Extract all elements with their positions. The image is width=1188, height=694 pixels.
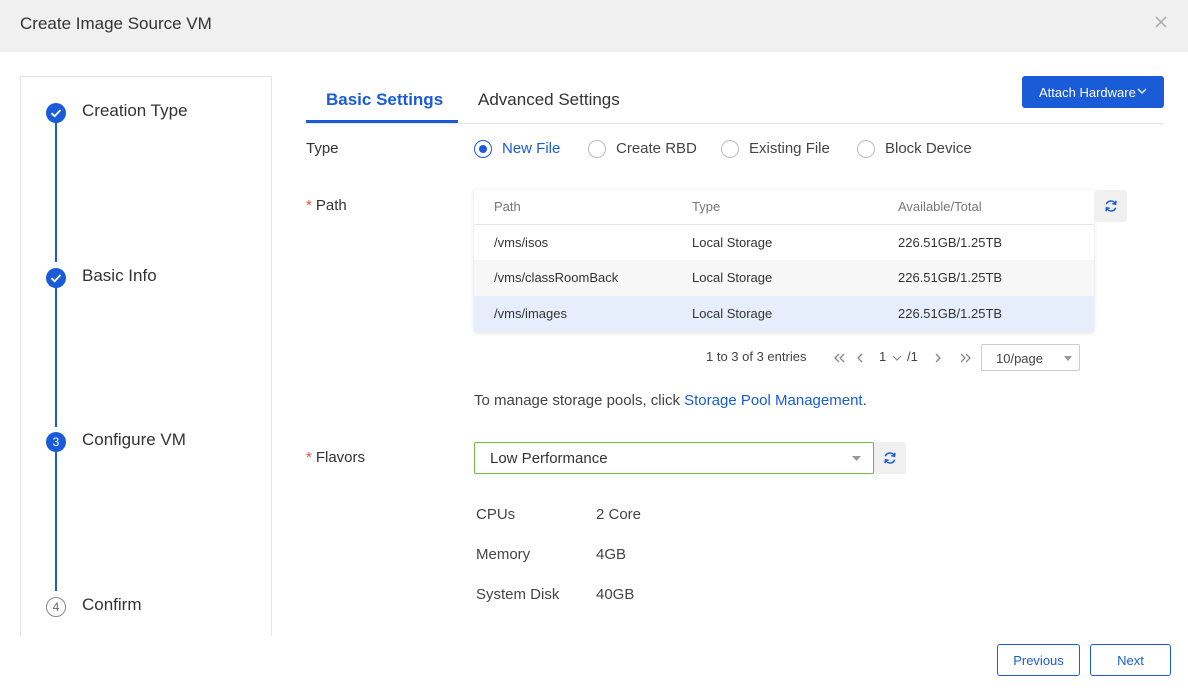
column-header-available: Available/Total: [898, 199, 982, 214]
step-number: 3: [46, 432, 66, 452]
required-mark: *: [306, 449, 312, 466]
storage-note-text: To manage storage pools, click: [474, 392, 685, 409]
next-button[interactable]: Next: [1090, 644, 1171, 676]
attach-hardware-label: Attach Hardware: [1039, 85, 1136, 100]
close-icon[interactable]: [1151, 12, 1171, 32]
previous-button[interactable]: Previous: [997, 644, 1080, 676]
dialog-title: Create Image Source VM: [20, 14, 212, 33]
spec-cpus-label: CPUs: [476, 506, 516, 523]
last-page-icon[interactable]: [958, 351, 972, 369]
page-size-value: 10/page: [996, 351, 1043, 366]
spec-memory-value: 4GB: [596, 546, 627, 563]
next-page-icon[interactable]: [933, 351, 943, 369]
radio-label: Create RBD: [616, 140, 697, 157]
radio-dot: [721, 140, 739, 158]
first-page-icon[interactable]: [833, 351, 847, 369]
table-row-selected[interactable]: /vms/images Local Storage 226.51GB/1.25T…: [474, 296, 1094, 332]
chevron-down-icon: [1137, 88, 1147, 94]
page-size-select[interactable]: 10/page: [981, 344, 1080, 371]
cell-type: Local Storage: [692, 270, 773, 285]
flavors-label: * Flavors: [306, 449, 365, 466]
radio-dot: [474, 140, 492, 158]
spec-cpus-value: 2 Core: [596, 506, 642, 523]
step-label: Confirm: [82, 595, 142, 614]
storage-note-suffix: .: [862, 392, 867, 409]
step-label: Configure VM: [82, 430, 186, 449]
flavors-label-text: Flavors: [315, 449, 366, 466]
table-row[interactable]: /vms/isos Local Storage 226.51GB/1.25TB: [474, 224, 1094, 260]
refresh-icon: [1105, 200, 1117, 212]
column-header-type: Type: [692, 199, 721, 214]
storage-pool-management-link[interactable]: Storage Pool Management: [684, 392, 862, 409]
refresh-icon: [884, 452, 896, 464]
flavor-selected-value: Low Performance: [490, 450, 608, 467]
path-label: * Path: [306, 197, 347, 214]
spec-system-disk-label: System Disk: [476, 586, 560, 603]
step-connector: [55, 451, 57, 591]
path-table: Path Type Available/Total /vms/isos Loca…: [474, 190, 1094, 332]
caret-down-icon: [1064, 356, 1072, 361]
cell-path: /vms/classRoomBack: [494, 270, 619, 285]
step-label: Basic Info: [82, 266, 157, 285]
step-number: 4: [46, 597, 66, 617]
cell-available: 226.51GB/1.25TB: [898, 235, 1003, 250]
cell-available: 226.51GB/1.25TB: [898, 306, 1003, 321]
radio-dot: [857, 140, 875, 158]
step-connector: [55, 287, 57, 427]
column-header-path: Path: [494, 199, 521, 214]
tab-basic-settings[interactable]: Basic Settings: [326, 90, 443, 110]
cell-path: /vms/images: [494, 306, 567, 321]
caret-down-icon: [852, 456, 861, 461]
steps-panel: Creation Type Basic Info 3 Configure VM …: [20, 76, 272, 636]
check-icon: [46, 268, 66, 288]
spec-memory-label: Memory: [476, 546, 531, 563]
required-mark: *: [306, 197, 312, 214]
flavor-refresh-button[interactable]: [874, 442, 906, 474]
dialog-header: Create Image Source VM: [0, 0, 1188, 52]
attach-hardware-button[interactable]: Attach Hardware: [1022, 76, 1164, 108]
storage-pool-note: To manage storage pools, click Storage P…: [474, 392, 867, 409]
prev-page-icon[interactable]: [855, 351, 865, 369]
spec-system-disk-value: 40GB: [596, 586, 635, 603]
cell-type: Local Storage: [692, 235, 773, 250]
path-label-text: Path: [315, 197, 347, 214]
type-label: Type: [306, 140, 339, 157]
current-page[interactable]: 1: [879, 349, 886, 364]
radio-label: New File: [502, 140, 561, 157]
cell-type: Local Storage: [692, 306, 773, 321]
step-label: Creation Type: [82, 101, 188, 120]
radio-label: Block Device: [885, 140, 972, 157]
table-row[interactable]: /vms/classRoomBack Local Storage 226.51G…: [474, 260, 1094, 296]
path-refresh-button[interactable]: [1095, 190, 1127, 222]
tab-advanced-settings[interactable]: Advanced Settings: [478, 90, 620, 110]
tab-active-indicator: [306, 120, 458, 123]
pagination-summary: 1 to 3 of 3 entries: [706, 349, 807, 364]
cell-available: 226.51GB/1.25TB: [898, 270, 1003, 285]
check-icon: [46, 103, 66, 123]
step-connector: [55, 122, 57, 262]
radio-label: Existing File: [749, 140, 830, 157]
flavor-select[interactable]: Low Performance: [474, 442, 874, 474]
radio-dot: [588, 140, 606, 158]
cell-path: /vms/isos: [494, 235, 549, 250]
total-pages: /1: [907, 349, 918, 364]
page-dropdown-icon[interactable]: [891, 351, 903, 369]
